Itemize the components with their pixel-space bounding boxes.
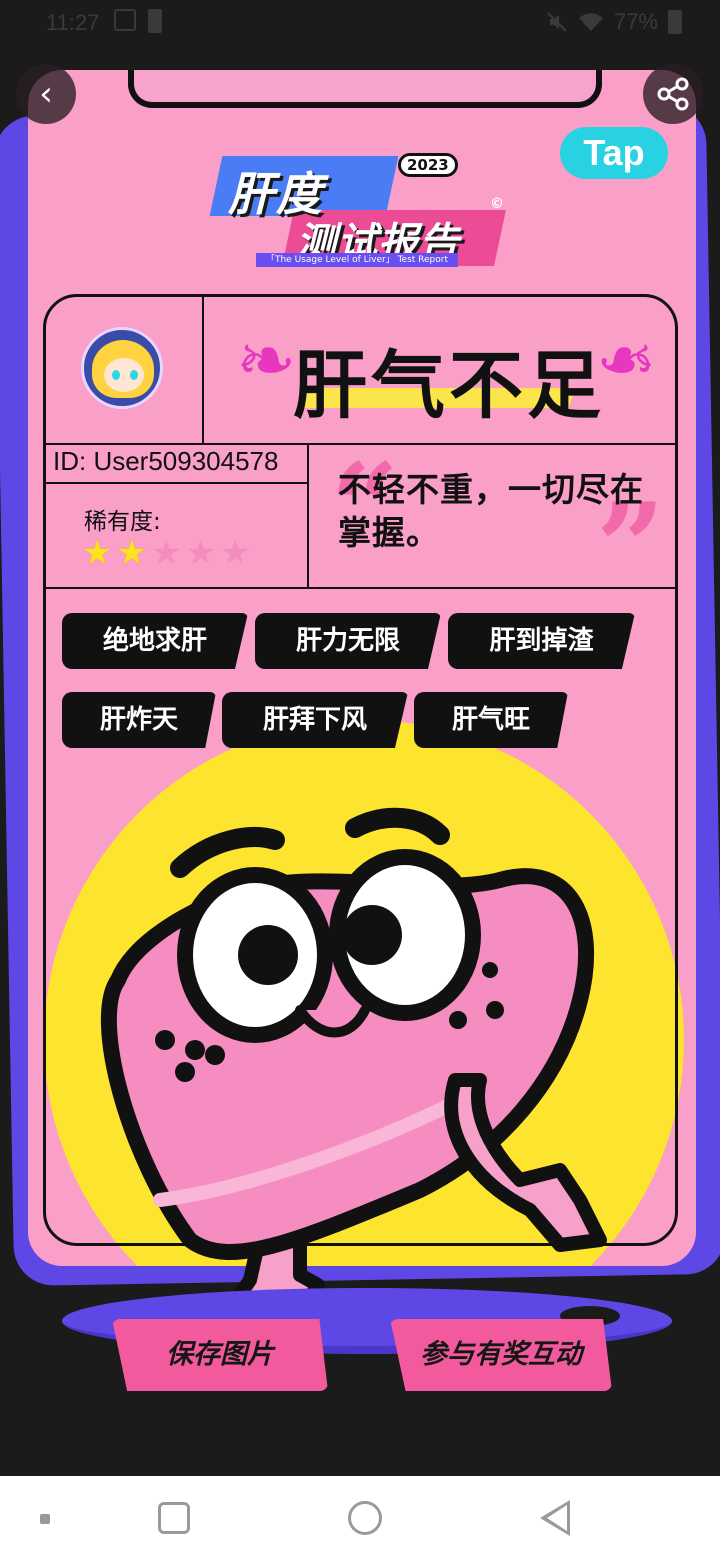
tag: 肝到掉渣 (448, 613, 635, 669)
tag: 肝拜下风 (222, 692, 408, 748)
back-chevron-icon: ‹ (39, 74, 53, 114)
star-empty-icon: ★ (150, 533, 182, 573)
star-filled-icon: ★ (116, 533, 147, 573)
laurel-right-icon: ❧ (596, 318, 657, 402)
navigation-bar (0, 1476, 720, 1560)
tag: 绝地求肝 (62, 613, 248, 669)
laurel-left-icon: ❧ (236, 318, 297, 402)
status-bar: 11:27 77% (0, 0, 720, 44)
battery-saver-icon (148, 9, 162, 33)
logo-subtitle: 「The Usage Level of Liver」 Test Report (256, 253, 458, 267)
menu-icon[interactable] (40, 1514, 50, 1524)
rarity-stars: ★ ★ ★ ★ ★ (82, 534, 250, 572)
mute-icon (546, 11, 568, 33)
save-image-button[interactable]: 保存图片 (112, 1319, 328, 1391)
user-id: ID: User509304578 (53, 446, 279, 476)
star-filled-icon: ★ (82, 533, 113, 573)
recents-icon[interactable] (158, 1502, 190, 1534)
home-icon[interactable] (348, 1501, 382, 1535)
copyright-icon: © (490, 196, 504, 212)
logo-year: 2023 (398, 153, 458, 177)
tag: 肝力无限 (255, 613, 441, 669)
card-notch (128, 70, 602, 108)
tag: 肝气旺 (414, 692, 568, 748)
share-icon (657, 77, 689, 111)
star-empty-icon: ★ (219, 533, 251, 573)
result-title: 肝气不足 (293, 343, 605, 429)
battery-percent: 77% (613, 9, 658, 34)
back-button[interactable]: ‹ (16, 64, 76, 124)
tag: 肝炸天 (62, 692, 216, 748)
dnd-off-icon (114, 9, 136, 31)
back-icon[interactable] (540, 1500, 570, 1536)
wifi-icon (578, 12, 604, 32)
rarity-label: 稀有度: (84, 509, 161, 535)
battery-icon (668, 10, 682, 34)
status-time: 11:27 (46, 10, 100, 35)
result-comment: 不轻不重，一切尽在掌握。 (338, 470, 644, 552)
tap-logo: Tap (560, 127, 668, 179)
share-button[interactable] (643, 64, 703, 124)
join-interaction-button[interactable]: 参与有奖互动 (390, 1319, 612, 1391)
report-logo: 肝度 测试报告 2023 © (209, 148, 510, 268)
star-empty-icon: ★ (185, 533, 216, 573)
avatar (81, 327, 163, 409)
